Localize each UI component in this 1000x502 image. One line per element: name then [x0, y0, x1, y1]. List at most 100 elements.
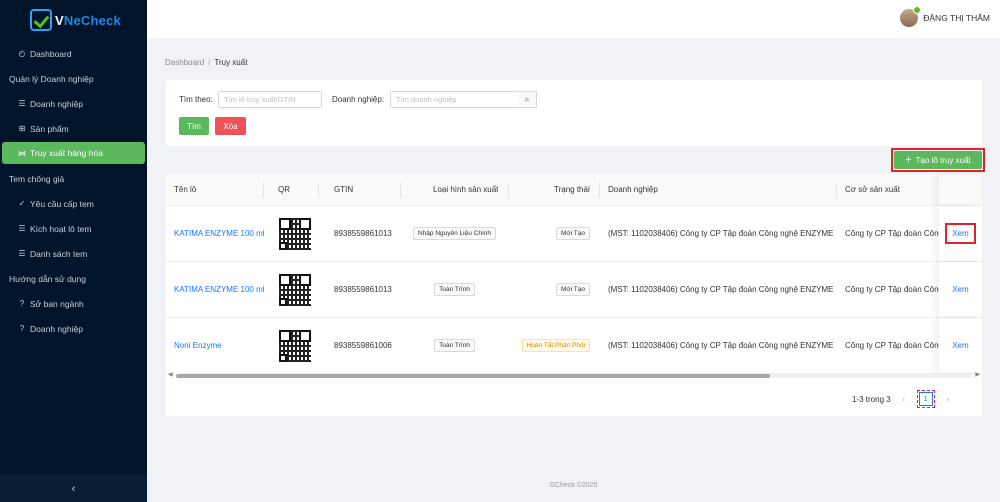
sidebar-item-label: Quản lý Doanh nghiệp [9, 73, 94, 84]
plus-icon: + [905, 153, 912, 166]
batch-table: Tên lô QR GTIN Loại hình sản xuất Trạng … [166, 174, 982, 416]
breadcrumb-separator: / [208, 58, 211, 67]
sidebar-group-label: Hướng dẫn sử dụng [0, 266, 147, 291]
menu-item-icon: ☰ [18, 224, 26, 233]
sidebar-item[interactable]: ? Sở ban ngành [0, 291, 147, 316]
chevron-left-icon: ‹ [71, 482, 76, 495]
menu-item-icon: ☰ [18, 99, 26, 108]
sidebar-item[interactable]: ☰ Danh sách tem [0, 241, 147, 266]
gtin-cell: 8938559861013 [334, 285, 392, 294]
gtin-cell: 8938559861006 [334, 341, 392, 350]
company-search-button[interactable]: ⌕ [518, 91, 537, 108]
create-batch-highlight: + Tạo lô truy xuất [891, 148, 985, 172]
find-button[interactable]: Tìm [179, 117, 209, 135]
scrollbar-thumb[interactable] [176, 374, 770, 378]
table-row: KATIMA ENZYME 100 ml 8938559861013 Toàn Tr… [166, 262, 982, 318]
batch-name-link[interactable]: KATIMA ENZYME 100 ml [174, 229, 265, 238]
sidebar-item[interactable]: ⋈ Truy xuất hàng hóa [2, 142, 145, 164]
status-badge: Mới Tạo [555, 227, 590, 240]
sidebar-item[interactable]: ? Doanh nghiệp [0, 316, 147, 341]
qr-code[interactable] [279, 329, 311, 362]
sidebar-item[interactable]: ✓ Yêu cầu cấp tem [0, 191, 147, 216]
search-input[interactable] [218, 91, 322, 108]
batch-name-link[interactable]: KATIMA ENZYME 100 ml [174, 285, 265, 294]
create-batch-label: Tạo lô truy xuất [915, 155, 971, 165]
collapse-sidebar-button[interactable]: ‹ [0, 475, 147, 502]
page-1-button[interactable]: 1 [918, 392, 933, 406]
company-search-input[interactable] [390, 91, 519, 108]
col-facility-header: Cơ sở sản xuất [845, 185, 900, 194]
breadcrumb: Dashboard / Truy xuất [165, 58, 247, 67]
col-status-header: Trạng thái [554, 185, 590, 194]
page-highlight: 1 [916, 390, 935, 408]
online-status-icon [913, 6, 922, 14]
top-header: ĐẶNG THỊ THẮM [147, 0, 1000, 38]
col-qr-header: QR [278, 185, 290, 194]
horizontal-scrollbar[interactable]: ◀ ▶ [168, 371, 980, 379]
logo-check-icon [30, 9, 52, 31]
view-link[interactable]: Xem [952, 341, 968, 350]
table-row: KATIMA ENZYME 100 ml 8938559861013 Nhập Ng… [166, 206, 982, 262]
menu-item-icon: ? [19, 324, 25, 333]
next-page-icon[interactable]: › [941, 394, 955, 404]
brand-name: VNeCheck [55, 12, 121, 28]
scroll-left-icon[interactable]: ◀ [168, 371, 173, 378]
col-name-header: Tên lô [174, 185, 197, 194]
user-menu[interactable]: ĐẶNG THỊ THẮM [900, 6, 990, 27]
company-cell: (MST: 1102038406) Công ty CP Tập đoàn Cô… [608, 285, 834, 294]
sidebar-item-label: Tem chống giả [9, 173, 65, 184]
create-batch-button[interactable]: + Tạo lô truy xuất [894, 151, 982, 169]
sidebar-item[interactable]: ☰ Doanh nghiệp [0, 91, 147, 116]
sidebar: VNeCheck ◴ Dashboard Quản lý Doanh nghiệp ☰… [0, 0, 147, 502]
gtin-cell: 8938559861013 [334, 229, 392, 238]
sidebar-item[interactable]: ⊞ Sản phẩm [0, 116, 147, 141]
facility-cell: Công ty CP Tập đoàn Công [845, 285, 940, 294]
sidebar-menu: ◴ Dashboard Quản lý Doanh nghiệp ☰ Doanh ngh… [0, 41, 147, 341]
filter-panel: Tìm theo: Doanh nghiệp: ⌕ Tìm Xóa [166, 80, 982, 146]
status-badge: Mới Tạo [555, 283, 590, 296]
sidebar-item[interactable]: ☰ Kích hoạt lô tem [0, 216, 147, 241]
sidebar-item-label: Doanh nghiệp [30, 323, 83, 334]
pagination: 1-3 trong 3 ‹ 1 › [852, 390, 955, 408]
breadcrumb-current: Truy xuất [214, 58, 248, 67]
company-cell: (MST: 1102038406) Công ty CP Tập đoàn Cô… [608, 341, 834, 350]
sidebar-item-label: Danh sách tem [30, 248, 88, 259]
sidebar-group-label: Tem chống giả [0, 166, 147, 191]
company-cell: (MST: 1102038406) Công ty CP Tập đoàn Cô… [608, 229, 834, 238]
breadcrumb-dashboard[interactable]: Dashboard [165, 58, 204, 67]
prev-page-icon[interactable]: ‹ [897, 394, 911, 404]
main-content: Dashboard /Truy xuất Tìm theo: Doanh nghi… [147, 38, 1000, 502]
user-name: ĐẶNG THỊ THẮM [923, 13, 990, 23]
sidebar-item-label: Yêu cầu cấp tem [30, 198, 94, 209]
clear-button[interactable]: Xóa [215, 117, 246, 135]
production-type-tag: Toàn Trình [434, 283, 475, 296]
menu-item-icon: ✓ [18, 199, 26, 208]
sidebar-item[interactable]: ◴ Dashboard [0, 41, 147, 66]
company-label: Doanh nghiệp: [332, 95, 385, 104]
sidebar-item-label: Hướng dẫn sử dụng [9, 273, 86, 284]
col-type-header: Loại hình sản xuất [433, 185, 499, 194]
menu-item-icon: ◴ [18, 49, 26, 58]
qr-code[interactable] [279, 273, 311, 306]
search-label: Tìm theo: [179, 95, 213, 104]
view-link[interactable]: Xem [952, 229, 968, 238]
col-gtin-header: GTIN [334, 185, 354, 194]
sidebar-item-label: Kích hoạt lô tem [30, 223, 92, 234]
col-action-header [939, 174, 982, 205]
facility-cell: Công ty CP Tập đoàn Công [845, 341, 940, 350]
avatar [900, 6, 922, 27]
sidebar-item-label: Sản phẩm [30, 123, 69, 134]
scroll-right-icon[interactable]: ▶ [975, 371, 980, 378]
table-row: Noni Enzyme 8938559861006 Toàn Trình Hoàn T… [166, 318, 982, 374]
view-link[interactable]: Xem [952, 285, 968, 294]
logo[interactable]: VNeCheck [0, 0, 147, 40]
status-badge: Hoàn Tất Phân Phối [521, 339, 590, 352]
batch-name-link[interactable]: Noni Enzyme [174, 341, 222, 350]
search-icon: ⌕ [524, 94, 530, 104]
facility-cell: Công ty CP Tập đoàn Công [845, 229, 940, 238]
sidebar-item-label: Dashboard [30, 48, 72, 59]
production-type-tag: Nhập Nguyên Liệu Chính [413, 227, 496, 240]
menu-item-icon: ☰ [18, 249, 26, 258]
qr-code[interactable] [279, 217, 311, 250]
sidebar-group-label: Quản lý Doanh nghiệp [0, 66, 147, 91]
